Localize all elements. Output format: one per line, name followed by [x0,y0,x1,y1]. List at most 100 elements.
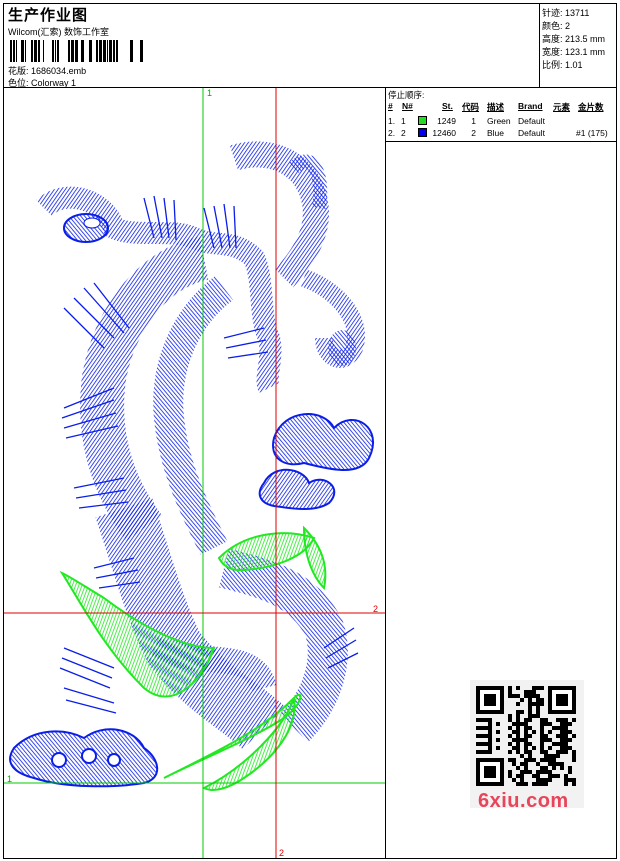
row-stitches: 12460 [432,128,456,138]
qr-module [544,782,548,786]
qr-module [548,758,552,762]
stat-label: 高度: [542,34,563,44]
qr-module [516,714,520,718]
qr-module [484,718,488,722]
qr-module [548,754,552,758]
stat-label: 颜色: [542,21,563,31]
qr-module [548,722,552,726]
row-code: 2 [471,128,476,138]
stop-sequence-panel: 停止顺序: # N# St. 代码 描述 Brand 元素 金片数 1. 1 1… [386,88,616,142]
qr-module [476,726,480,730]
row-n: 2 [401,128,406,138]
qr-module [520,698,524,702]
barcode-bar [13,40,15,62]
qr-module [524,726,528,730]
qr-module [484,734,488,738]
qr-module [508,742,512,746]
qr-module [556,734,560,738]
qr-module [540,742,544,746]
qr-module [532,694,536,698]
qr-module [488,722,492,726]
qr-module [528,714,532,718]
qr-module [540,750,544,754]
qr-module [536,686,540,690]
qr-module [532,774,536,778]
qr-module [540,726,544,730]
qr-module [572,778,576,782]
barcode-bar [81,40,84,62]
qr-module [512,778,516,782]
watermark-text: 6xiu.com [478,790,569,812]
qr-module [480,750,484,754]
qr-module [528,710,532,714]
qr-module [552,742,556,746]
qr-module [560,718,564,722]
qr-module [544,738,548,742]
qr-module [528,770,532,774]
qr-module [524,770,528,774]
qr-module [476,734,480,738]
qr-module [564,722,568,726]
guide-label-green-v: 1 [207,88,213,98]
qr-module [564,730,568,734]
qr-module [516,782,520,786]
qr-module [528,758,532,762]
qr-module [540,770,544,774]
color-swatch [418,128,427,137]
qr-module [544,722,548,726]
stat-stitches: 针迹: 13711 [542,6,589,19]
qr-module [524,742,528,746]
qr-module [564,778,568,782]
qr-module [516,738,520,742]
stat-label: 比例: [542,60,563,70]
qr-module [508,718,512,722]
qr-finder [556,694,568,706]
qr-module [560,762,564,766]
qr-module [488,746,492,750]
barcode-bar [34,40,37,62]
qr-module [480,734,484,738]
qr-module [508,726,512,730]
qr-module [496,746,500,750]
qr-module [508,770,512,774]
qr-module [496,722,500,726]
qr-module [528,726,532,730]
qr-module [480,742,484,746]
qr-module [540,778,544,782]
qr-module [548,730,552,734]
qr-module [560,734,564,738]
qr-module [564,734,568,738]
row-brand: Default [518,116,545,126]
row-brand: Default [518,128,545,138]
qr-module [544,770,548,774]
qr-module [528,690,532,694]
qr-module [540,746,544,750]
barcode-bar [107,40,108,62]
qr-module [572,782,576,786]
watermark-qr [470,680,584,808]
header-panel: 生产作业图 Wilcom(汇索) 数饰工作室 花版: 1686034.emb 色… [4,4,540,88]
qr-module [572,754,576,758]
stat-width: 宽度: 123.1 mm [542,45,605,58]
qr-module [524,738,528,742]
qr-module [540,734,544,738]
qr-module [516,694,520,698]
qr-module [556,726,560,730]
qr-module [508,758,512,762]
qr-module [544,718,548,722]
col-header-brand: Brand [518,101,543,111]
qr-module [536,698,540,702]
qr-module [572,718,576,722]
qr-module [568,730,572,734]
barcode [10,40,143,62]
qr-module [524,750,528,754]
qr-module [476,750,480,754]
phoenix-design [4,88,385,858]
stat-scale: 比例: 1.01 [542,58,583,71]
qr-module [564,774,568,778]
qr-module [532,702,536,706]
qr-module [532,690,536,694]
barcode-bar [43,40,44,62]
qr-module [564,718,568,722]
stat-height: 高度: 213.5 mm [542,32,605,45]
